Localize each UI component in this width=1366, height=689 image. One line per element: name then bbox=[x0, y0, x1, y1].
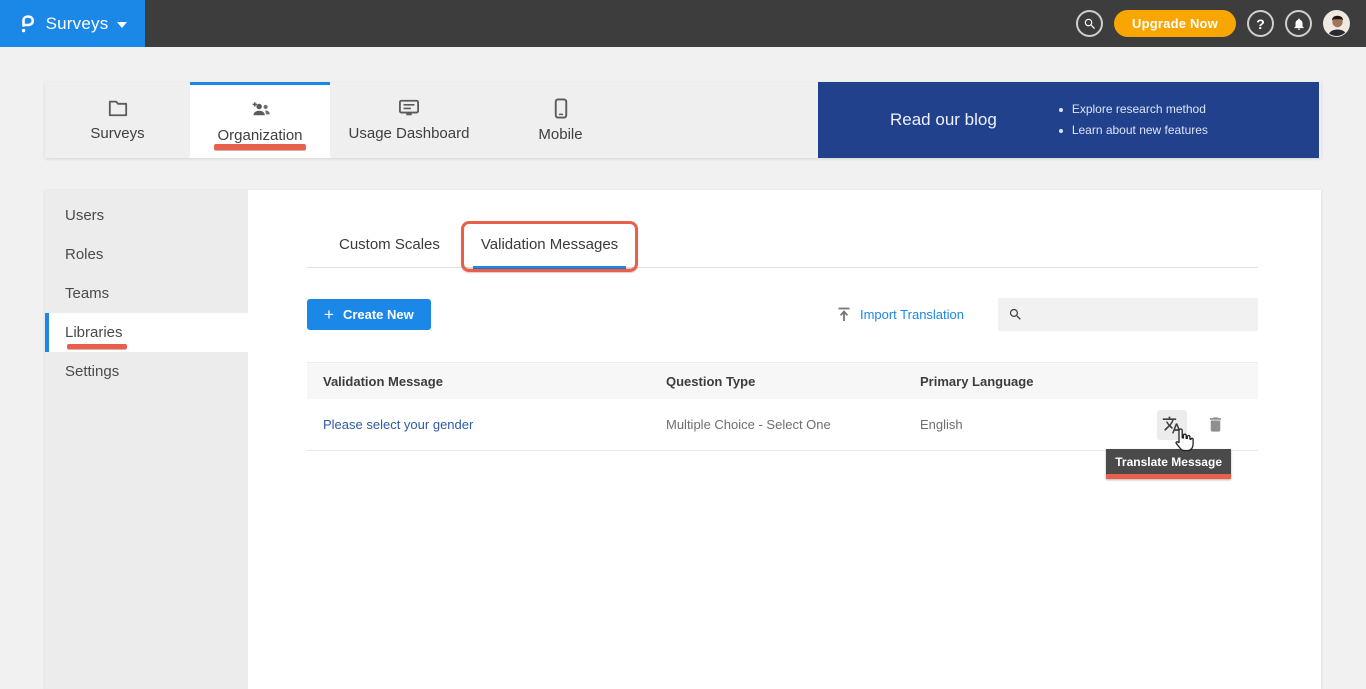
translate-message-button[interactable] bbox=[1157, 410, 1187, 440]
questionpro-logo-icon bbox=[18, 13, 37, 35]
tab-custom-scales[interactable]: Custom Scales bbox=[331, 230, 448, 267]
search-input[interactable] bbox=[1031, 298, 1258, 331]
trash-icon bbox=[1206, 415, 1225, 434]
blog-bullet: Learn about new features bbox=[1059, 120, 1208, 141]
dashboard-icon bbox=[397, 98, 421, 118]
tab-validation-messages[interactable]: Validation Messages bbox=[473, 230, 626, 269]
create-new-label: Create New bbox=[343, 307, 414, 322]
question-type-cell: Multiple Choice - Select One bbox=[666, 417, 920, 432]
page: Surveys Upgrade Now ? bbox=[0, 0, 1366, 689]
mobile-icon bbox=[554, 98, 568, 119]
import-translation-link[interactable]: Import Translation bbox=[837, 307, 964, 322]
app-nav: Surveys Organization bbox=[45, 82, 1321, 158]
sidebar-item-settings[interactable]: Settings bbox=[45, 352, 248, 391]
tab-label: Validation Messages bbox=[481, 236, 618, 253]
search-button[interactable] bbox=[1076, 10, 1103, 37]
blog-title: Read our blog bbox=[890, 110, 997, 130]
delete-button[interactable] bbox=[1202, 410, 1228, 440]
search-icon bbox=[1008, 307, 1023, 322]
column-header-primary-language: Primary Language bbox=[920, 374, 1120, 389]
tab-surveys[interactable]: Surveys bbox=[45, 82, 190, 158]
import-icon bbox=[837, 307, 851, 322]
toolbar: + Create New Import Translation bbox=[307, 298, 1258, 331]
product-switcher[interactable]: Surveys bbox=[0, 0, 145, 47]
tab-label: Surveys bbox=[90, 125, 144, 142]
tab-mobile[interactable]: Mobile bbox=[488, 82, 633, 158]
folder-icon bbox=[107, 98, 129, 118]
row-actions bbox=[1120, 410, 1242, 440]
translate-icon bbox=[1162, 415, 1182, 435]
chevron-down-icon bbox=[117, 22, 127, 28]
column-header-question-type: Question Type bbox=[666, 374, 920, 389]
validation-message-link[interactable]: Please select your gender bbox=[323, 417, 473, 432]
product-name: Surveys bbox=[46, 14, 109, 34]
libraries-content: Custom Scales Validation Messages + Crea… bbox=[248, 190, 1321, 689]
user-avatar[interactable] bbox=[1323, 10, 1350, 37]
sidebar-item-libraries[interactable]: Libraries bbox=[45, 313, 248, 352]
tab-usage-dashboard[interactable]: Usage Dashboard bbox=[330, 82, 488, 158]
create-new-button[interactable]: + Create New bbox=[307, 299, 431, 330]
sidebar-item-teams[interactable]: Teams bbox=[45, 274, 248, 313]
blog-bullet: Explore research method bbox=[1059, 99, 1208, 120]
table-header: Validation Message Question Type Primary… bbox=[307, 362, 1258, 399]
tab-label: Organization bbox=[217, 127, 302, 144]
annotation-underline bbox=[67, 344, 127, 349]
validation-messages-table: Validation Message Question Type Primary… bbox=[307, 362, 1258, 451]
notifications-button[interactable] bbox=[1285, 10, 1312, 37]
add-people-icon bbox=[247, 100, 273, 120]
column-header-validation-message: Validation Message bbox=[323, 374, 666, 389]
topbar-actions: Upgrade Now ? bbox=[1076, 0, 1350, 47]
org-sidebar: Users Roles Teams Libraries Settings bbox=[45, 190, 248, 689]
table-search[interactable] bbox=[998, 298, 1258, 331]
question-mark-icon: ? bbox=[1256, 16, 1265, 32]
tab-label: Mobile bbox=[538, 126, 582, 143]
help-button[interactable]: ? bbox=[1247, 10, 1274, 37]
blog-bullet-list: Explore research method Learn about new … bbox=[1059, 99, 1208, 141]
topbar: Surveys Upgrade Now ? bbox=[0, 0, 1366, 47]
toolbar-right: Import Translation bbox=[837, 298, 1258, 331]
translate-message-tooltip: Translate Message bbox=[1106, 449, 1231, 479]
library-tabs: Custom Scales Validation Messages bbox=[307, 230, 1258, 268]
table-row: Please select your gender Multiple Choic… bbox=[307, 399, 1258, 451]
sidebar-item-roles[interactable]: Roles bbox=[45, 235, 248, 274]
sidebar-item-users[interactable]: Users bbox=[45, 196, 248, 235]
plus-icon: + bbox=[324, 306, 334, 323]
organization-panel: Users Roles Teams Libraries Settings Cus… bbox=[45, 190, 1321, 689]
bell-icon bbox=[1292, 17, 1306, 31]
blog-banner[interactable]: Read our blog Explore research method Le… bbox=[818, 82, 1319, 158]
primary-language-cell: English bbox=[920, 417, 1120, 432]
import-translation-label: Import Translation bbox=[860, 307, 964, 322]
search-icon bbox=[1083, 17, 1097, 31]
tab-organization[interactable]: Organization bbox=[190, 82, 330, 158]
upgrade-now-button[interactable]: Upgrade Now bbox=[1114, 10, 1236, 37]
sidebar-item-label: Libraries bbox=[65, 324, 123, 341]
annotation-underline bbox=[214, 144, 306, 150]
tab-label: Usage Dashboard bbox=[349, 125, 470, 142]
